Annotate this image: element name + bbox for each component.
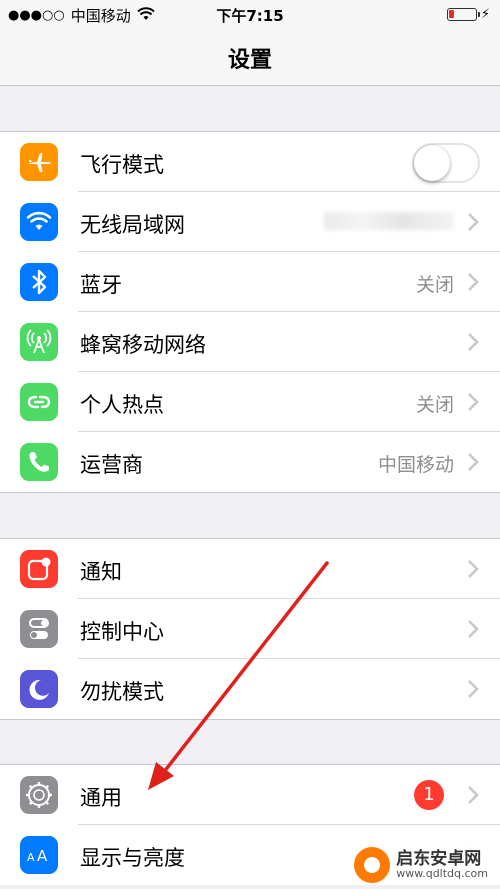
settings-row-do-not-disturb[interactable]: 勿扰模式 xyxy=(0,659,500,719)
row-label: 显示与亮度 xyxy=(80,846,185,870)
row-label: 个人热点 xyxy=(80,393,164,417)
watermark: 启东安卓网 www.qdltdq.com xyxy=(352,845,494,885)
settings-row-general[interactable]: 通用 1 xyxy=(0,765,500,825)
chevron-right-icon xyxy=(468,333,479,351)
chevron-right-icon xyxy=(468,620,479,638)
airplane-mode-toggle[interactable] xyxy=(412,143,480,183)
chevron-right-icon xyxy=(468,786,479,804)
settings-row-control-center[interactable]: 控制中心 xyxy=(0,599,500,659)
settings-row-airplane-mode[interactable]: 飞行模式 xyxy=(0,132,500,192)
moon-icon xyxy=(20,670,58,708)
watermark-name: 启东安卓网 xyxy=(396,848,482,869)
row-label: 运营商 xyxy=(80,453,143,477)
hotspot-icon xyxy=(20,383,58,421)
control-center-icon xyxy=(20,610,58,648)
status-time: 下午7:15 xyxy=(216,7,284,25)
settings-row-carrier[interactable]: 运营商 中国移动 xyxy=(0,432,500,492)
toggle-knob xyxy=(414,145,450,181)
antenna-icon xyxy=(20,323,58,361)
settings-row-notifications[interactable]: 通知 xyxy=(0,539,500,599)
row-label: 蓝牙 xyxy=(80,273,122,297)
settings-row-cellular[interactable]: 蜂窝移动网络 xyxy=(0,312,500,372)
svg-text:A: A xyxy=(37,847,48,865)
status-bar: ●●●○○ 中国移动 下午7:15 ⚡ xyxy=(0,0,500,30)
watermark-text: 启东安卓网 www.qdltdq.com xyxy=(396,848,488,881)
chevron-right-icon xyxy=(468,213,479,231)
chevron-right-icon xyxy=(468,273,479,291)
wifi-icon xyxy=(20,203,58,241)
row-label: 蜂窝移动网络 xyxy=(80,333,206,357)
row-value: 中国移动 xyxy=(377,454,454,476)
phone-icon xyxy=(20,443,58,481)
page-title: 设置 xyxy=(227,48,272,73)
settings-row-wlan[interactable]: 无线局域网 xyxy=(0,192,500,252)
row-label: 通知 xyxy=(80,560,122,584)
bolt-icon: ⚡ xyxy=(480,7,490,22)
notification-icon xyxy=(20,550,58,588)
watermark-logo xyxy=(354,847,391,883)
bluetooth-icon xyxy=(20,263,58,301)
battery-icon xyxy=(446,8,480,21)
row-label: 飞行模式 xyxy=(80,153,164,177)
settings-row-personal-hotspot[interactable]: 个人热点 关闭 xyxy=(0,372,500,432)
row-value: 关闭 xyxy=(415,274,454,296)
chevron-right-icon xyxy=(468,453,479,471)
settings-group-notifications: 通知 控制中心 勿扰模式 xyxy=(0,538,500,720)
chevron-right-icon xyxy=(468,680,479,698)
airplane-icon xyxy=(20,143,58,181)
settings-group-connectivity: 飞行模式 无线局域网 蓝牙 关闭 蜂窝移动网络 个人热点 关闭 运营商 中国移动 xyxy=(0,131,500,493)
row-label: 勿扰模式 xyxy=(80,680,164,704)
chevron-right-icon xyxy=(468,560,479,578)
navigation-bar: 设置 xyxy=(0,30,500,86)
text-size-icon: A A xyxy=(20,836,58,874)
row-value: 关闭 xyxy=(415,394,454,416)
settings-row-bluetooth[interactable]: 蓝牙 关闭 xyxy=(0,252,500,312)
network-name-blurred xyxy=(324,212,454,230)
row-label: 通用 xyxy=(80,786,122,810)
row-label: 无线局域网 xyxy=(80,213,185,237)
update-badge: 1 xyxy=(414,780,444,810)
svg-text:A: A xyxy=(27,851,35,864)
status-right: ⚡ xyxy=(446,7,490,22)
gear-icon xyxy=(20,776,58,814)
watermark-url: www.qdltdq.com xyxy=(396,867,488,881)
chevron-right-icon xyxy=(468,393,479,411)
row-label: 控制中心 xyxy=(80,620,164,644)
